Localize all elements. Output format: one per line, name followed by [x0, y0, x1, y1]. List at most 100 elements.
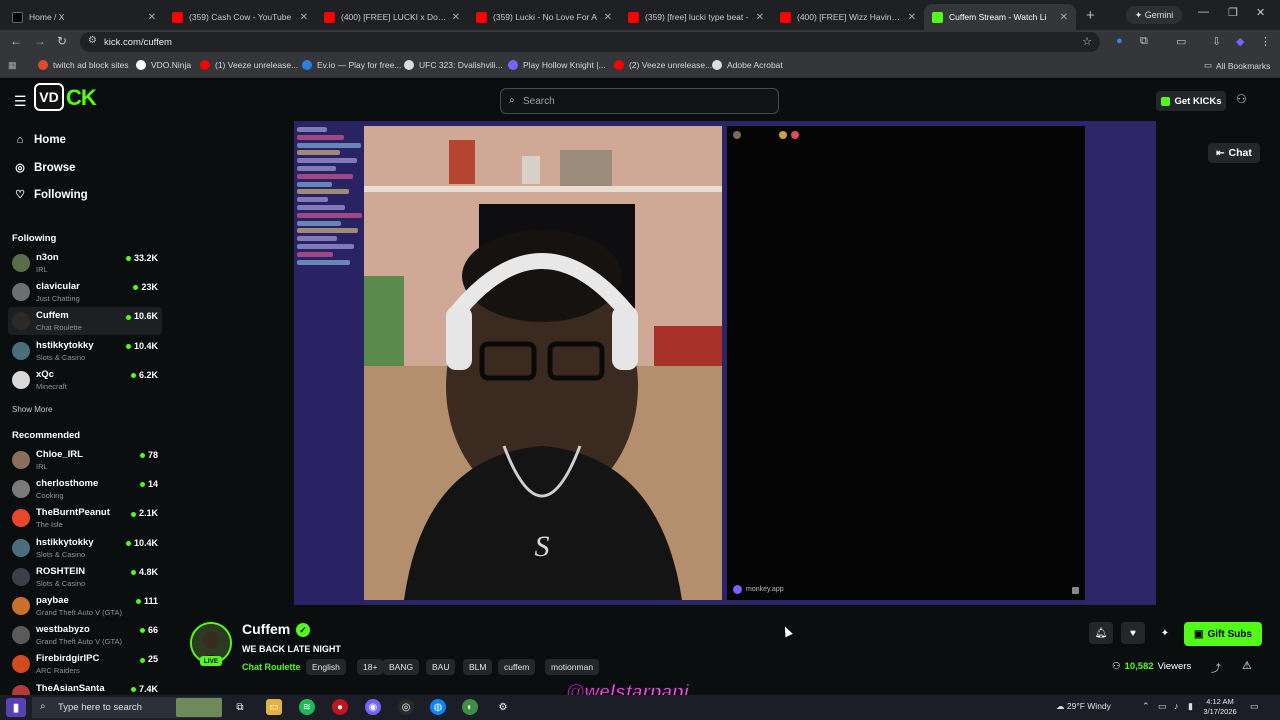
bookmark-item[interactable]: (2) Veeze unrelease...: [614, 60, 712, 70]
twitch-pinned-icon[interactable]: ▮: [6, 698, 26, 717]
nav-browse[interactable]: ◎ Browse: [12, 161, 75, 175]
extensions-puzzle-icon[interactable]: ⧉: [1140, 35, 1148, 48]
settings-gear-icon[interactable]: ⚙: [495, 699, 511, 715]
bookmark-item[interactable]: (1) Veeze unrelease...: [200, 60, 298, 70]
stream-tag[interactable]: cuffem: [498, 659, 536, 675]
browser-tab[interactable]: Cuffem Stream - Watch Li ✕: [924, 4, 1076, 30]
stream-tag[interactable]: 18+: [357, 659, 384, 675]
sidebar-channel[interactable]: xQc Minecraft 6.2K: [8, 366, 162, 394]
volume-icon[interactable]: ♪: [1174, 701, 1179, 711]
all-bookmarks-folder[interactable]: ▭ All Bookmarks: [1204, 60, 1270, 71]
tab-close-icon[interactable]: ✕: [1060, 12, 1068, 23]
nav-home[interactable]: ⌂ Home: [12, 134, 66, 146]
report-warning-icon[interactable]: ⚠: [1242, 659, 1252, 672]
sidebar-channel[interactable]: paybae Grand Theft Auto V (GTA) 111: [8, 592, 162, 620]
reload-icon[interactable]: ↻: [57, 34, 67, 48]
chat-toggle-button[interactable]: ⇤ Chat: [1208, 143, 1260, 163]
new-tab-button[interactable]: +: [1086, 4, 1095, 30]
sidebar-channel[interactable]: TheAsianSanta 7.4K: [8, 680, 162, 695]
file-explorer-icon[interactable]: ▭: [266, 699, 282, 715]
stream-tag[interactable]: BANG: [383, 659, 420, 675]
stream-tag[interactable]: BLM: [463, 659, 493, 675]
sidebar-channel[interactable]: clavicular Just Chatting 23K: [8, 278, 162, 306]
channel-name[interactable]: Cuffem: [242, 621, 290, 637]
browser-tab[interactable]: (359) Cash Cow - YouTube ✕: [164, 4, 316, 30]
spotify-icon[interactable]: ≋: [299, 699, 315, 715]
gift-icon-button[interactable]: ✦: [1153, 622, 1177, 644]
share-icon[interactable]: ⤴: [1211, 660, 1221, 675]
extension-icon[interactable]: ●: [1116, 35, 1123, 47]
hamburger-menu-icon[interactable]: ☰: [14, 93, 27, 110]
bookmark-item[interactable]: Play Hollow Knight |...: [508, 60, 606, 70]
sidebar-channel[interactable]: Chloe_IRL IRL 78: [8, 446, 162, 474]
app-purple-icon[interactable]: ◉: [365, 699, 381, 715]
browser-tab[interactable]: Home / X ✕: [4, 4, 164, 30]
app-blue-icon[interactable]: ◍: [430, 699, 446, 715]
obs-icon[interactable]: ◎: [398, 699, 414, 715]
sidebar-channel[interactable]: hstikkytokky Slots & Casino 10.4K: [8, 534, 162, 562]
notifications-bell-button[interactable]: 🔔︎: [1089, 622, 1113, 644]
sidebar-channel[interactable]: westbabyzo Grand Theft Auto V (GTA) 66: [8, 621, 162, 649]
mic-icon[interactable]: ▮: [1188, 701, 1193, 712]
bookmark-item[interactable]: VDO.Ninja: [136, 60, 191, 70]
menu-kebab-icon[interactable]: ⋮: [1260, 35, 1271, 48]
tab-close-icon[interactable]: ✕: [756, 12, 764, 23]
maximize-icon[interactable]: ❐: [1228, 6, 1238, 19]
tab-close-icon[interactable]: ✕: [300, 12, 308, 23]
browser-tab[interactable]: (359) Lucki - No Love For A ✕: [468, 4, 620, 30]
kick-logo[interactable]: VD CK: [34, 83, 106, 113]
sidebar-channel[interactable]: hstikkytokky Slots & Casino 10.4K: [8, 337, 162, 365]
network-icon[interactable]: ▭: [1158, 701, 1167, 712]
stream-tag[interactable]: motionman: [545, 659, 600, 675]
browser-tab[interactable]: (400) [FREE] Wizz Havinn Typ ✕: [772, 4, 924, 30]
stream-tag[interactable]: English: [306, 659, 346, 675]
gemini-button[interactable]: ✦ Gemini: [1126, 6, 1182, 24]
tab-close-icon[interactable]: ✕: [908, 12, 916, 23]
tab-close-icon[interactable]: ✕: [452, 12, 460, 23]
bookmark-item[interactable]: UFC 323: Dvalishvili...: [404, 60, 503, 70]
show-more-link[interactable]: Show More: [12, 405, 52, 414]
video-player[interactable]: S monkey.app: [294, 121, 1156, 605]
search-input[interactable]: ⌕ Search: [500, 88, 779, 114]
bookmark-item[interactable]: Ev.io — Play for free...: [302, 60, 401, 70]
chrome-icon[interactable]: ◐: [462, 699, 478, 715]
follow-heart-button[interactable]: ♥: [1121, 622, 1145, 644]
stream-category-link[interactable]: Chat Roulette: [242, 662, 301, 672]
sidebar-channel[interactable]: Cuffem Chat Roulette 10.6K: [8, 307, 162, 336]
browser-tab[interactable]: (400) [FREE] LUCKI x Dopamine ✕: [316, 4, 468, 30]
channel-avatar: [12, 626, 30, 645]
bookmark-star-icon[interactable]: ☆: [1082, 35, 1092, 48]
minimize-icon[interactable]: —: [1198, 6, 1209, 18]
profile-icon[interactable]: ◆: [1236, 35, 1244, 48]
app-red-icon[interactable]: ●: [332, 699, 348, 715]
get-kicks-button[interactable]: Get KICKs: [1156, 91, 1226, 111]
user-menu-icon[interactable]: ⚇: [1236, 92, 1247, 106]
site-info-icon[interactable]: ⚙: [88, 35, 97, 46]
close-window-icon[interactable]: ✕: [1256, 6, 1265, 19]
notifications-icon[interactable]: ▭: [1250, 701, 1259, 712]
weather-widget[interactable]: ☁ 29°F Windy: [1056, 701, 1111, 712]
sidebar-channel[interactable]: n3on IRL 33.2K: [8, 249, 162, 277]
stream-tag[interactable]: BAU: [426, 659, 456, 675]
back-icon[interactable]: ←: [10, 34, 22, 48]
download-icon[interactable]: ⇩: [1212, 35, 1221, 48]
address-bar[interactable]: ⚙ kick.com/cuffem ☆: [80, 32, 1100, 52]
bookmark-item[interactable]: twitch ad block sites: [38, 60, 129, 70]
browser-tab[interactable]: (359) [free] lucki type beat - ✕: [620, 4, 772, 30]
bookmark-item[interactable]: Adobe Acrobat: [712, 60, 783, 70]
sidebar-channel[interactable]: ROSHTEIN Slots & Casino 4.8K: [8, 563, 162, 591]
tab-close-icon[interactable]: ✕: [148, 12, 156, 23]
gift-subs-button[interactable]: ▣ Gift Subs: [1184, 622, 1262, 646]
taskbar-search-input[interactable]: ⌕ Type here to search: [32, 697, 222, 718]
nav-following[interactable]: ♡ Following: [12, 188, 88, 202]
tab-close-icon[interactable]: ✕: [604, 12, 612, 23]
taskbar-clock[interactable]: 4:12 AM 3/17/2026: [1200, 697, 1240, 717]
tray-chevron-icon[interactable]: ⌃: [1142, 701, 1150, 712]
sidebar-channel[interactable]: FirebirdgirlPC ARC Raiders 25: [8, 650, 162, 678]
sidebar-channel[interactable]: TheBurntPeanut The Isle 2.1K: [8, 504, 162, 532]
sidebar-channel[interactable]: cherlosthome Cooking 14: [8, 475, 162, 503]
apps-grid-icon[interactable]: ▦: [8, 60, 17, 71]
task-view-icon[interactable]: ⧉: [232, 699, 248, 715]
cast-icon[interactable]: ▭: [1176, 35, 1186, 48]
forward-icon[interactable]: →: [34, 34, 46, 48]
